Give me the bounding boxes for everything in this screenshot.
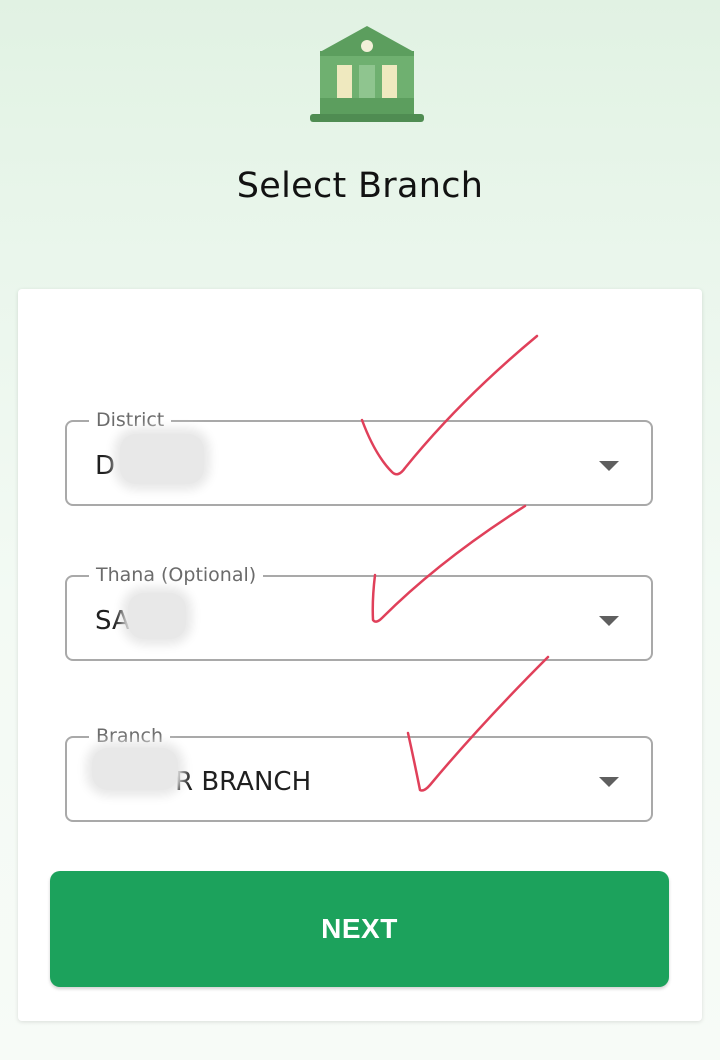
district-label: District <box>89 408 172 432</box>
redaction-blur <box>120 434 204 484</box>
district-value: D <box>95 451 116 481</box>
page-title: Select Branch <box>236 166 484 206</box>
chevron-down-icon[interactable] <box>599 461 619 471</box>
branch-label: Branch <box>89 724 171 748</box>
redaction-blur <box>128 593 186 639</box>
redaction-blur <box>92 748 178 790</box>
chevron-down-icon[interactable] <box>599 777 619 787</box>
thana-value: SA <box>95 606 130 636</box>
chevron-down-icon[interactable] <box>599 616 619 626</box>
thana-label: Thana (Optional) <box>89 563 264 587</box>
bank-icon <box>310 26 424 122</box>
branch-value: R BRANCH <box>175 767 312 797</box>
next-button[interactable]: NEXT <box>50 871 669 987</box>
